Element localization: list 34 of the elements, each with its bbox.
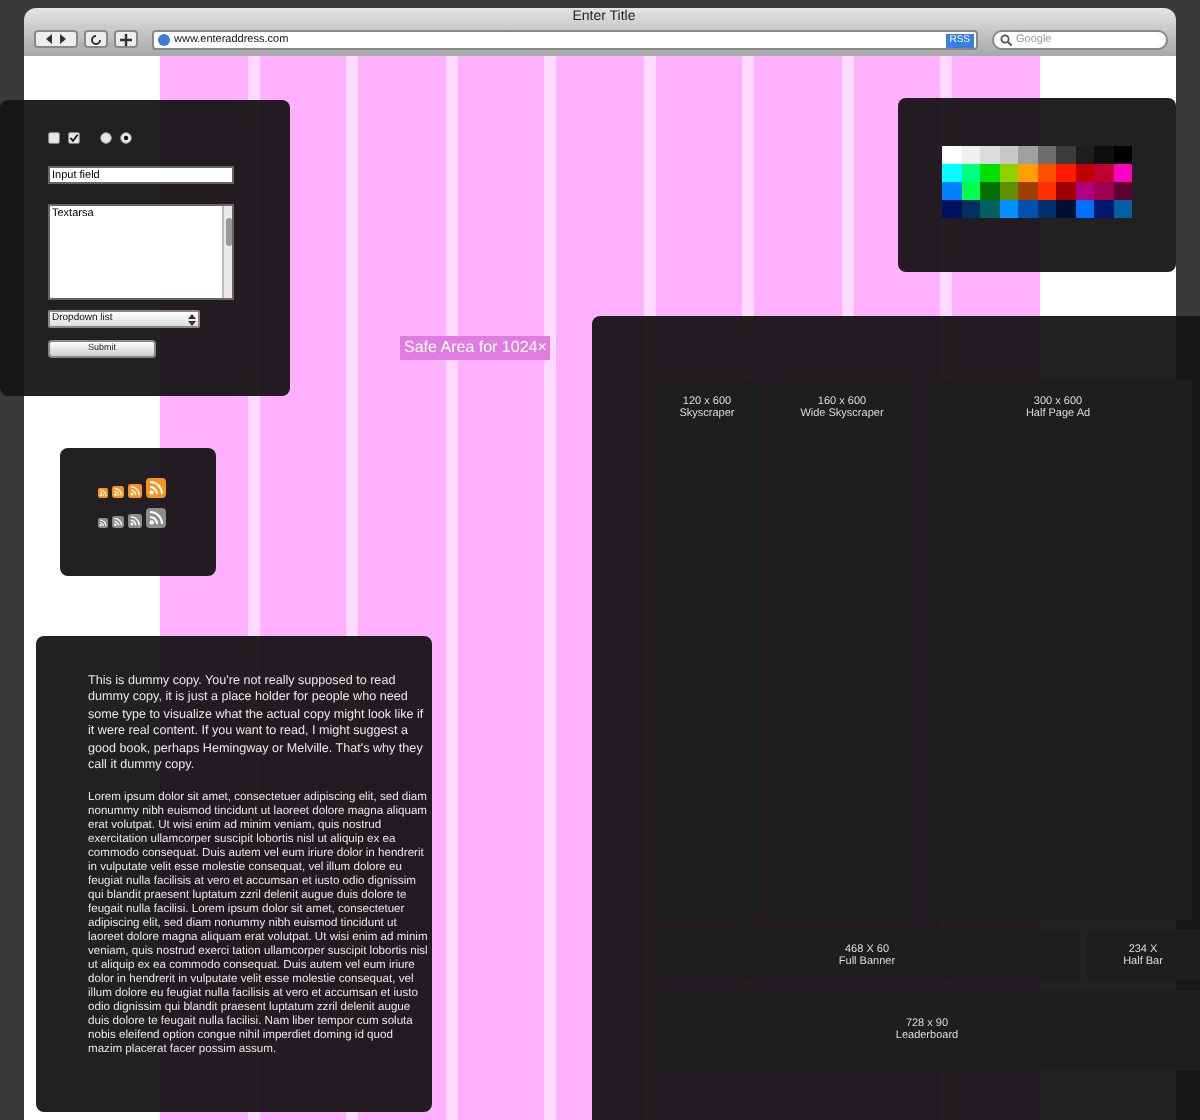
color-swatch[interactable] — [980, 200, 999, 218]
color-swatch[interactable] — [980, 182, 999, 200]
color-swatch[interactable] — [942, 164, 961, 182]
color-swatch[interactable] — [1018, 182, 1037, 200]
scrollbar[interactable] — [222, 206, 232, 298]
radio-button[interactable] — [100, 132, 112, 144]
updown-icon — [188, 313, 196, 325]
plus-icon — [120, 33, 132, 45]
guide-label: Safe Area for 1024× — [400, 336, 551, 360]
color-swatch[interactable] — [942, 146, 961, 164]
color-swatch[interactable] — [1056, 164, 1075, 182]
color-swatch[interactable] — [1018, 146, 1037, 164]
color-swatch[interactable] — [1094, 182, 1113, 200]
color-swatch[interactable] — [942, 200, 961, 218]
back-forward-button[interactable] — [34, 30, 78, 48]
add-button[interactable] — [114, 30, 138, 48]
color-swatch[interactable] — [1018, 200, 1037, 218]
reload-button[interactable] — [84, 30, 108, 48]
checkbox[interactable] — [68, 132, 80, 144]
color-swatch[interactable] — [1018, 164, 1037, 182]
color-swatch[interactable] — [942, 182, 961, 200]
color-swatch[interactable] — [1094, 200, 1113, 218]
checkbox[interactable] — [48, 132, 60, 144]
color-swatch[interactable] — [1094, 146, 1113, 164]
color-swatch[interactable] — [1094, 164, 1113, 182]
reload-icon — [90, 33, 102, 45]
color-swatch[interactable] — [1056, 200, 1075, 218]
color-swatch[interactable] — [1056, 146, 1075, 164]
color-swatch[interactable] — [980, 164, 999, 182]
radio-button[interactable] — [120, 132, 132, 144]
search-icon — [1000, 34, 1012, 46]
arrows-icon — [44, 34, 68, 44]
color-swatch[interactable] — [980, 146, 999, 164]
color-swatch[interactable] — [1056, 182, 1075, 200]
